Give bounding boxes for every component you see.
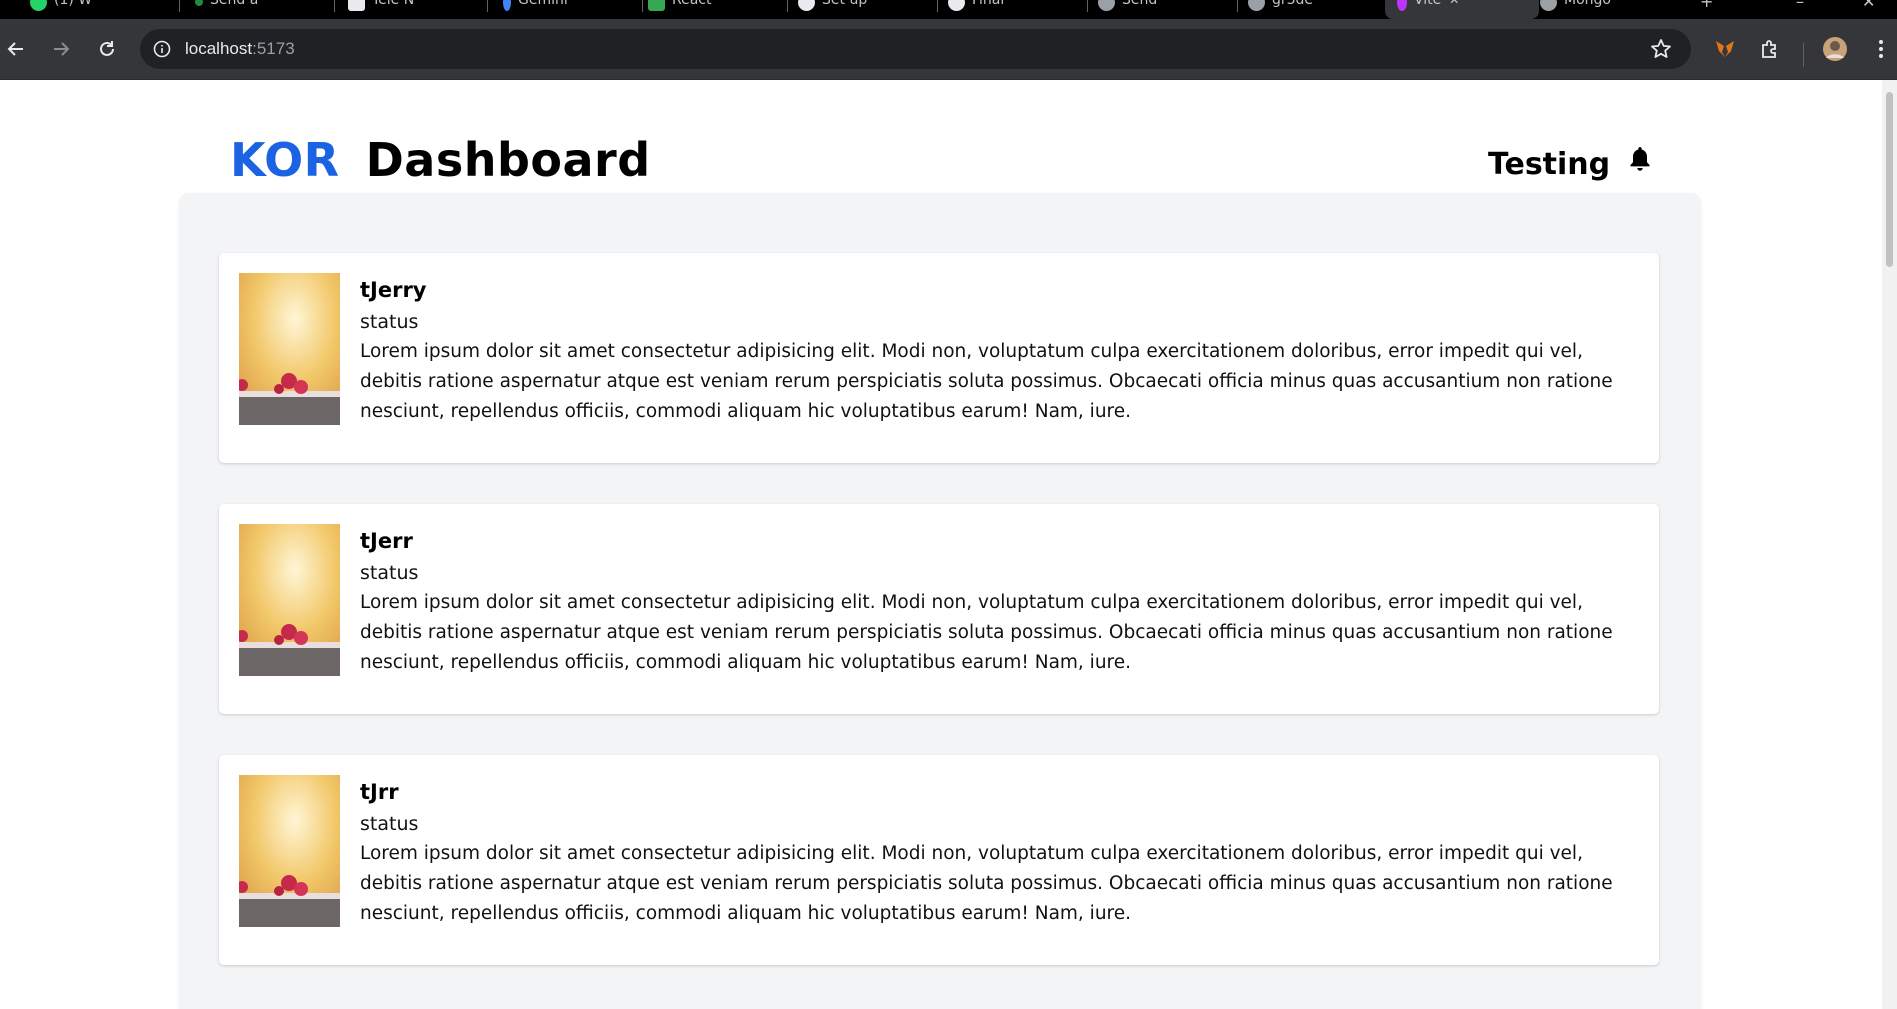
tab-title: Send a xyxy=(210,0,259,8)
post-status: status xyxy=(360,813,419,835)
post-author: tJrr xyxy=(360,780,399,804)
browser-tab[interactable]: React xyxy=(648,0,788,19)
gemini-icon xyxy=(503,0,511,11)
post-content: tJerry status Lorem ipsum dolor sit amet… xyxy=(360,275,1630,427)
post-thumbnail xyxy=(239,273,340,425)
brand-logo-text: KOR xyxy=(230,133,340,187)
posts-panel: tJerry status Lorem ipsum dolor sit amet… xyxy=(179,193,1701,1009)
url-host: localhost xyxy=(185,39,253,58)
github-icon xyxy=(948,0,965,11)
post-card: tJrr status Lorem ipsum dolor sit amet c… xyxy=(219,755,1659,965)
minimize-icon[interactable]: – xyxy=(1796,0,1804,11)
browser-tab[interactable]: Mongo xyxy=(1540,0,1680,19)
post-body: Lorem ipsum dolor sit amet consectetur a… xyxy=(360,592,1613,673)
bookmark-star-icon[interactable] xyxy=(1649,37,1673,65)
tab-title: React xyxy=(672,0,712,8)
page-scrollbar[interactable] xyxy=(1882,80,1897,1009)
url-text: localhost:5173 xyxy=(185,39,295,59)
page-viewport: KOR Dashboard Testing tJerry status Lore… xyxy=(0,80,1882,1009)
post-thumbnail xyxy=(239,775,340,927)
post-author: tJerr xyxy=(360,529,413,553)
post-status: status xyxy=(360,311,419,333)
address-bar[interactable]: localhost:5173 xyxy=(140,29,1691,69)
browser-toolbar: localhost:5173 xyxy=(0,19,1897,80)
browser-tab-active[interactable]: Vite ✕ xyxy=(1385,0,1539,19)
browser-tab[interactable]: Tele N xyxy=(348,0,488,19)
post-content: tJrr status Lorem ipsum dolor sit amet c… xyxy=(360,777,1630,929)
browser-tab[interactable]: Final xyxy=(948,0,1088,19)
arrow-left-icon xyxy=(7,42,23,56)
github-icon xyxy=(798,0,815,11)
post-status: status xyxy=(360,562,419,584)
tab-title: Set up xyxy=(822,0,868,8)
back-button[interactable] xyxy=(2,35,30,63)
page-title: KOR Dashboard xyxy=(230,133,651,187)
arrow-right-icon xyxy=(54,42,70,56)
post-card: tJerry status Lorem ipsum dolor sit amet… xyxy=(219,253,1659,463)
whatsapp-icon xyxy=(30,0,47,11)
post-thumbnail xyxy=(239,524,340,676)
globe-icon xyxy=(1248,0,1265,11)
browser-tab[interactable]: Set up xyxy=(798,0,938,19)
browser-tab[interactable]: Gemini xyxy=(503,0,643,19)
forward-button[interactable] xyxy=(47,35,75,63)
browser-tab[interactable]: Send a xyxy=(195,0,335,19)
vite-icon xyxy=(1397,0,1407,11)
bell-icon[interactable] xyxy=(1628,145,1652,173)
globe-icon xyxy=(1540,0,1557,11)
browser-tab-strip: (1) W Send a Tele N Gemini React Set up … xyxy=(0,0,1897,19)
tab-title: Tele N xyxy=(372,0,415,8)
dashboard-title: Dashboard xyxy=(365,133,651,187)
tab-title: (1) W xyxy=(54,0,93,8)
site-info-icon[interactable] xyxy=(150,37,174,61)
tab-title: Send xyxy=(1122,0,1158,8)
close-window-icon[interactable]: ✕ xyxy=(1862,0,1875,11)
tab-title: gr3de xyxy=(1272,0,1314,8)
globe-icon xyxy=(1098,0,1115,11)
post-content: tJerr status Lorem ipsum dolor sit amet … xyxy=(360,526,1630,678)
tab-title: Gemini xyxy=(518,0,568,8)
page-header: KOR Dashboard Testing xyxy=(230,133,1650,193)
tab-close-icon[interactable]: ✕ xyxy=(1449,0,1459,7)
tab-title: Final xyxy=(972,0,1005,8)
post-card: tJerr status Lorem ipsum dolor sit amet … xyxy=(219,504,1659,714)
tab-title: Vite xyxy=(1414,0,1442,8)
browser-tab[interactable]: Send xyxy=(1098,0,1238,19)
post-author: tJerry xyxy=(360,278,427,302)
post-body: Lorem ipsum dolor sit amet consectetur a… xyxy=(360,843,1613,924)
new-tab-icon[interactable]: + xyxy=(1700,0,1713,11)
reload-button[interactable] xyxy=(93,35,121,63)
browser-menu-icon[interactable] xyxy=(1868,36,1894,62)
user-name[interactable]: Testing xyxy=(1488,147,1610,182)
telegram-icon xyxy=(348,0,365,11)
toolbar-divider xyxy=(1803,43,1804,67)
metamask-extension-icon[interactable] xyxy=(1712,36,1738,62)
reload-icon xyxy=(100,41,114,56)
profile-avatar[interactable] xyxy=(1822,36,1848,62)
tab-title: Mongo xyxy=(1564,0,1611,8)
extensions-puzzle-icon[interactable] xyxy=(1757,36,1783,62)
post-body: Lorem ipsum dolor sit amet consectetur a… xyxy=(360,341,1613,422)
scrollbar-thumb[interactable] xyxy=(1886,92,1893,267)
green-dot-icon xyxy=(195,0,203,6)
url-port: :5173 xyxy=(252,39,295,58)
browser-tab[interactable]: (1) W xyxy=(30,0,180,19)
sheets-icon xyxy=(648,0,665,11)
browser-tab[interactable]: gr3de xyxy=(1248,0,1380,19)
